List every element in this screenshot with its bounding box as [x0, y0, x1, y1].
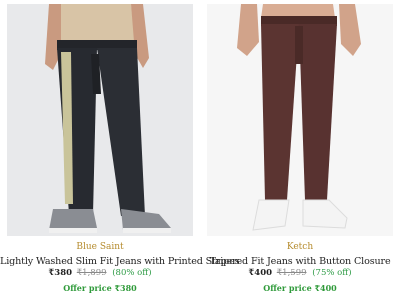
discount-text: (75% off) — [312, 268, 352, 278]
price-row: ₹380 ₹1,899 (80% off) — [0, 268, 200, 278]
current-price: ₹400 — [248, 268, 273, 278]
product-photo — [7, 4, 193, 236]
product-image[interactable] — [207, 4, 393, 236]
product-photo — [207, 4, 393, 236]
product-brand[interactable]: Blue Saint — [0, 242, 200, 252]
offer-price: Offer price ₹400 — [263, 283, 337, 293]
product-image[interactable] — [7, 4, 193, 236]
product-title[interactable]: Tapered Fit Jeans with Button Closure — [200, 256, 400, 267]
product-brand[interactable]: Ketch — [200, 242, 400, 252]
product-grid: Blue Saint Lightly Washed Slim Fit Jeans… — [0, 0, 400, 302]
product-card[interactable]: Ketch Tapered Fit Jeans with Button Clos… — [200, 0, 400, 302]
product-card[interactable]: Blue Saint Lightly Washed Slim Fit Jeans… — [0, 0, 240, 302]
offer-price: Offer price ₹380 — [63, 283, 137, 293]
original-price: ₹1,599 — [276, 268, 307, 278]
product-title[interactable]: Lightly Washed Slim Fit Jeans with Print… — [0, 256, 240, 267]
current-price: ₹380 — [48, 268, 73, 278]
discount-text: (80% off) — [112, 268, 152, 278]
price-row: ₹400 ₹1,599 (75% off) — [200, 268, 400, 278]
original-price: ₹1,899 — [76, 268, 107, 278]
